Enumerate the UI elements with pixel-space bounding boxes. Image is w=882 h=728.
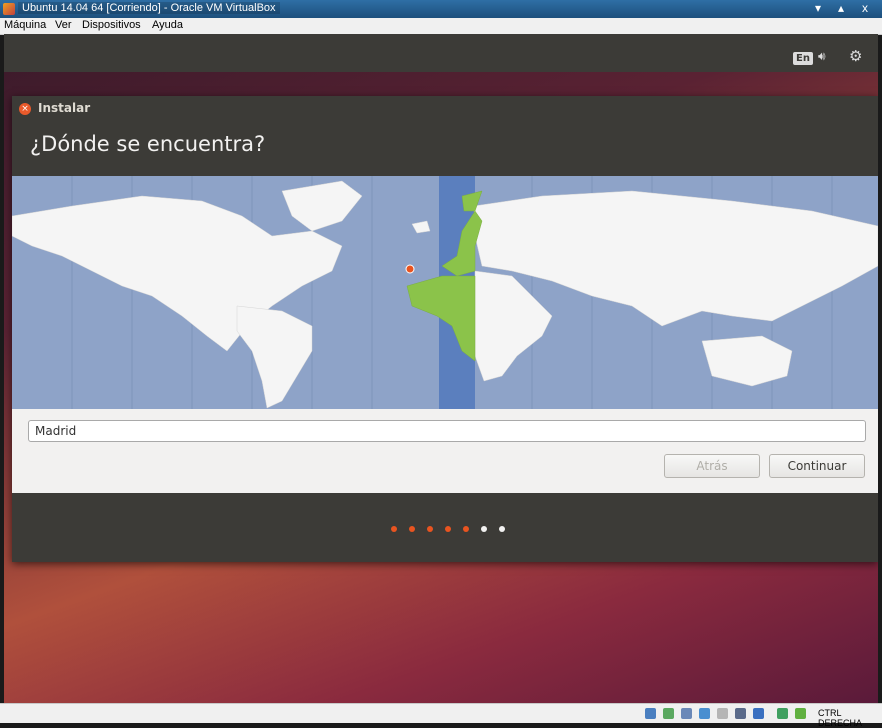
capture-icon[interactable] (753, 708, 764, 719)
installer-footer (12, 493, 878, 562)
location-pin-icon (405, 264, 415, 274)
gear-icon[interactable]: ⚙ (849, 47, 862, 65)
display-icon[interactable] (735, 708, 746, 719)
hard-disk-icon[interactable] (645, 708, 656, 719)
menu-ayuda[interactable]: Ayuda (152, 19, 183, 31)
close-button[interactable]: x (862, 1, 868, 15)
progress-dot-done (445, 526, 451, 532)
ubuntu-top-panel: En 🔊︎ ⚙ (4, 34, 878, 72)
progress-dot-done (409, 526, 415, 532)
usb-icon[interactable] (681, 708, 692, 719)
speaker-icon[interactable]: 🔊︎ (818, 49, 826, 64)
installer-window-title: Instalar (38, 101, 91, 115)
timezone-map[interactable] (12, 176, 878, 409)
guest-screen: En 🔊︎ ⚙ × Instalar ¿Dónde se encuentra? (4, 34, 878, 703)
optical-drive-icon[interactable] (663, 708, 674, 719)
keyboard-layout-indicator[interactable]: En (793, 52, 813, 65)
host-key-label: CTRL DERECHA (818, 708, 863, 728)
progress-dot-pending (481, 526, 487, 532)
menu-maquina[interactable]: Máquina (4, 19, 46, 31)
menu-ver[interactable]: Ver (55, 19, 72, 31)
city-input[interactable]: Madrid (28, 420, 866, 442)
installer-dialog: × Instalar ¿Dónde se encuentra? Madrid A… (12, 96, 878, 562)
maximize-button[interactable]: ▴ (838, 1, 844, 15)
minimize-button[interactable]: ▾ (815, 1, 821, 15)
keyboard-capture-icon[interactable] (795, 708, 806, 719)
installer-header: × Instalar ¿Dónde se encuentra? (12, 96, 878, 176)
shared-folders-icon[interactable] (717, 708, 728, 719)
host-menubar: Máquina Ver Dispositivos Ayuda (0, 18, 882, 35)
menu-dispositivos[interactable]: Dispositivos (82, 19, 141, 31)
mouse-integration-icon[interactable] (777, 708, 788, 719)
host-statusbar: CTRL DERECHA (0, 703, 882, 728)
host-window-title: Ubuntu 14.04 64 [Corriendo] - Oracle VM … (18, 2, 280, 14)
progress-dot-done (391, 526, 397, 532)
host-titlebar: Ubuntu 14.04 64 [Corriendo] - Oracle VM … (0, 0, 882, 18)
continue-button[interactable]: Continuar (769, 454, 865, 478)
back-button[interactable]: Atrás (664, 454, 760, 478)
page-title: ¿Dónde se encuentra? (30, 132, 266, 156)
virtualbox-icon (3, 3, 15, 15)
close-icon[interactable]: × (19, 103, 31, 115)
progress-dot-pending (499, 526, 505, 532)
progress-dot-done (463, 526, 469, 532)
network-icon[interactable] (699, 708, 710, 719)
progress-dot-done (427, 526, 433, 532)
